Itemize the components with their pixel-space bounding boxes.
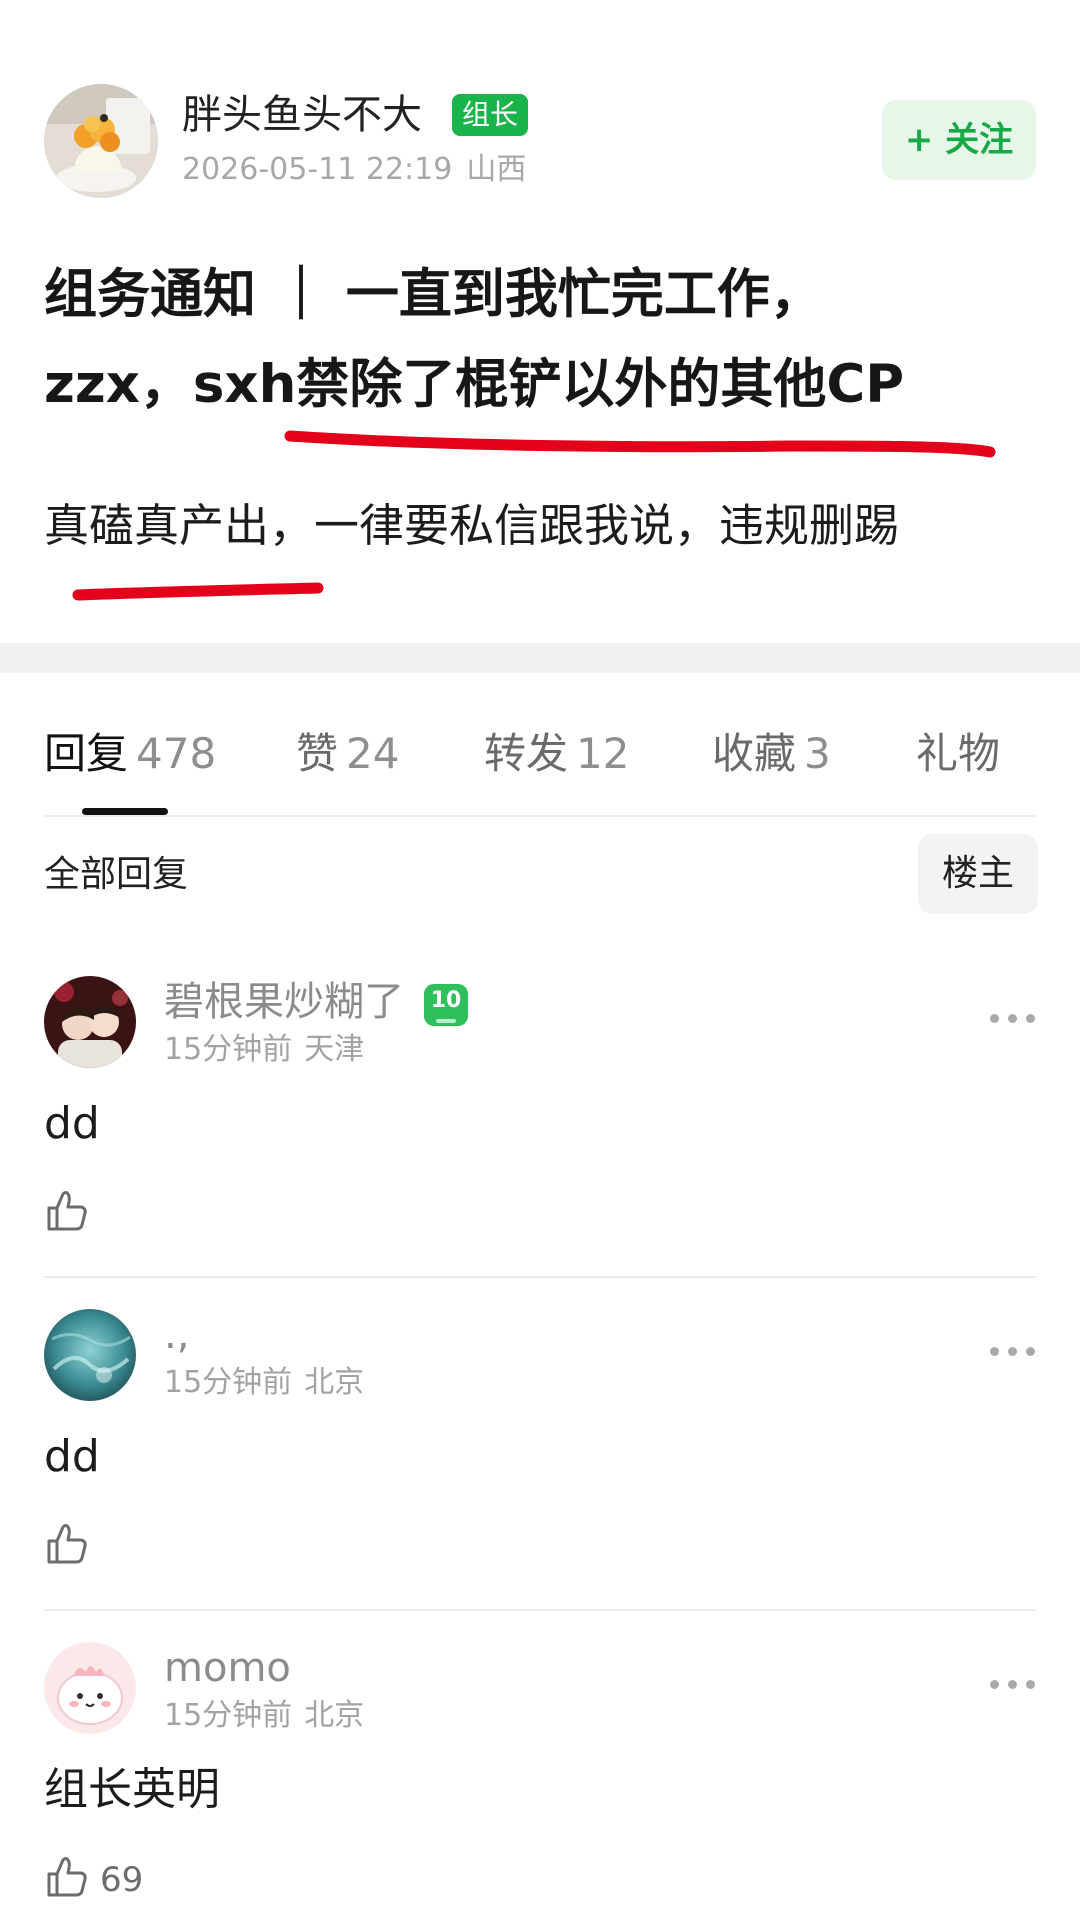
commenter-name[interactable]: 碧根果炒糊了 [164, 976, 404, 1028]
tab-gifts[interactable]: 礼物 [916, 724, 1000, 784]
post-datetime: 2026-05-11 22:19 [182, 152, 453, 187]
author-name[interactable]: 胖头鱼头不大 [182, 90, 422, 140]
thumbs-up-icon [47, 1857, 87, 1897]
comment-time: 15分钟前 [164, 1365, 293, 1400]
comment-time: 15分钟前 [164, 1698, 293, 1733]
post-meta: 2026-05-11 22:19 山西 [182, 150, 526, 190]
group-leader-badge: 组长 [452, 94, 529, 136]
comment-divider [44, 1609, 1036, 1611]
comment-location: 北京 [304, 1698, 365, 1733]
post-content: 真磕真产出，一律要私信跟我说，违规删踢 [44, 499, 900, 552]
interaction-tabs: 回复 478 赞 24 转发 12 收藏 3 礼物 [44, 724, 1036, 815]
more-options-icon[interactable] [990, 1339, 1036, 1363]
post-location: 山西 [466, 152, 527, 187]
comment-text: dd [44, 1431, 100, 1482]
active-tab-indicator [82, 808, 168, 815]
thumbs-up-icon [47, 1524, 87, 1564]
comment-meta: 15分钟前 天津 [164, 1030, 364, 1070]
comment-item: ., 15分钟前 北京 dd [44, 1309, 1036, 1639]
all-replies-title: 全部回复 [44, 854, 189, 895]
commenter-name[interactable]: momo [164, 1642, 291, 1694]
author-header: 胖头鱼头不大 组长 2026-05-11 22:19 山西 + 关注 [44, 84, 1036, 198]
commenter-avatar[interactable] [44, 1642, 136, 1734]
tab-reposts-count: 12 [576, 729, 630, 778]
thumbs-up-icon [47, 1191, 87, 1231]
tab-replies[interactable]: 回复 478 [44, 724, 216, 784]
comment-text: dd [44, 1098, 100, 1149]
like-count: 69 [100, 1860, 144, 1900]
post-title-line-1: 组务通知 ｜ 一直到我忙完工作， [44, 264, 823, 325]
comment-text: 组长英明 [44, 1764, 220, 1815]
commenter-avatar[interactable] [44, 1309, 136, 1401]
op-only-filter-button[interactable]: 楼主 [918, 834, 1038, 914]
more-options-icon[interactable] [990, 1006, 1036, 1030]
section-separator [0, 643, 1080, 673]
tab-favorites-count: 3 [804, 729, 831, 778]
comment-time: 15分钟前 [164, 1032, 293, 1067]
comment-divider [44, 1276, 1036, 1278]
level-badge: 10 [424, 984, 468, 1026]
comment-location: 天津 [304, 1032, 365, 1067]
tabs-divider [44, 815, 1036, 817]
comment-item: momo 15分钟前 北京 组长英明 69 [44, 1642, 1036, 1928]
comment-meta: 15分钟前 北京 [164, 1363, 364, 1403]
commenter-avatar[interactable] [44, 976, 136, 1068]
post-detail-page: 胖头鱼头不大 组长 2026-05-11 22:19 山西 + 关注 组务通知 ｜… [0, 0, 1080, 1928]
more-options-icon[interactable] [990, 1672, 1036, 1696]
tab-replies-count: 478 [136, 729, 217, 778]
comment-item: 碧根果炒糊了 10 15分钟前 天津 dd [44, 976, 1036, 1306]
author-avatar[interactable] [44, 84, 158, 198]
tab-reposts[interactable]: 转发 12 [484, 724, 629, 784]
post-title-line-2: zzx，sxh禁除了棍铲以外的其他CP [44, 354, 905, 415]
tab-favorites[interactable]: 收藏 3 [712, 724, 831, 784]
comment-meta: 15分钟前 北京 [164, 1696, 364, 1736]
tab-likes-count: 24 [346, 729, 400, 778]
follow-button[interactable]: + 关注 [882, 100, 1036, 180]
tab-likes[interactable]: 赞 24 [296, 724, 399, 784]
commenter-name[interactable]: ., [164, 1309, 189, 1361]
post-title: 组务通知 ｜ 一直到我忙完工作， zzx，sxh禁除了棍铲以外的其他CP [44, 250, 1024, 430]
comment-location: 北京 [304, 1365, 365, 1400]
